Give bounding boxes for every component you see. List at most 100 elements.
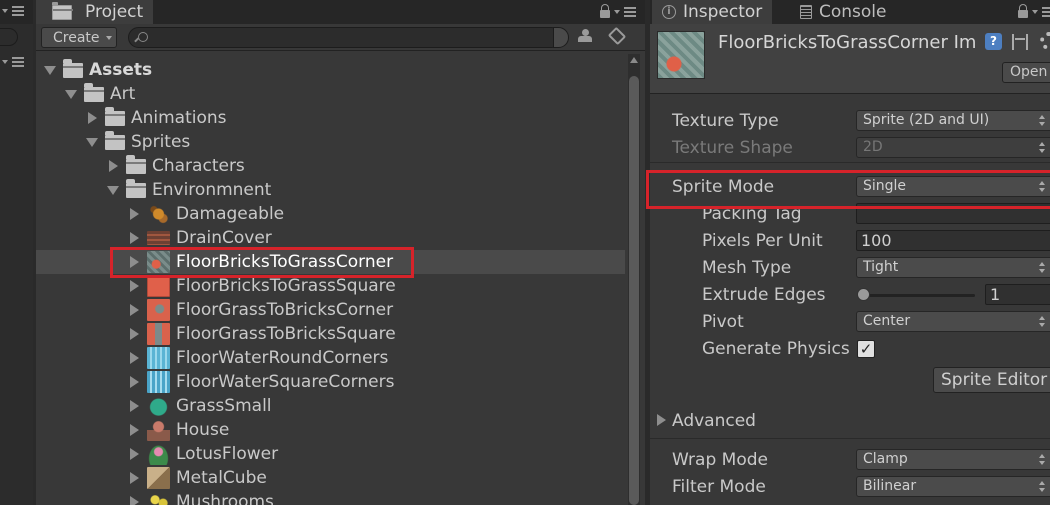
pivot-dropdown[interactable]: Center [856, 311, 1050, 332]
floor-grass-square-icon [147, 323, 170, 345]
wrap-mode-dropdown[interactable]: Clamp [856, 449, 1050, 470]
open-button[interactable]: Open [1002, 62, 1050, 83]
advanced-label: Advanced [672, 411, 756, 431]
help-icon[interactable]: ? [985, 33, 1002, 50]
tree-item-label: FloorWaterRoundCorners [176, 348, 389, 368]
filter-mode-value: Bilinear [863, 478, 917, 494]
tree-asset-row[interactable]: FloorWaterRoundCorners [36, 346, 625, 370]
tab-project[interactable]: Project [36, 0, 154, 24]
hierarchy-options[interactable] [2, 57, 24, 67]
collapsed-arrow-icon[interactable] [127, 423, 141, 437]
collapsed-arrow-icon[interactable] [127, 351, 141, 365]
collapsed-arrow-icon[interactable] [127, 495, 141, 505]
tree-asset-row[interactable]: MetalCube [36, 466, 625, 490]
tree-item-label: Damageable [176, 204, 285, 224]
extrude-edges-slider-knob[interactable] [857, 288, 870, 301]
project-tabbar: Project [36, 0, 645, 24]
pixels-per-unit-field[interactable]: 100 [856, 230, 1050, 251]
tree-folder-row[interactable]: Characters [36, 154, 625, 178]
advanced-foldout[interactable]: Advanced [650, 409, 1050, 433]
filter-mode-dropdown[interactable]: Bilinear [856, 476, 1050, 497]
section-divider [650, 162, 1050, 163]
collapsed-arrow-icon[interactable] [127, 327, 141, 341]
tree-asset-row[interactable]: House [36, 418, 625, 442]
scroll-thumb[interactable] [629, 76, 639, 505]
collapsed-arrow-icon[interactable] [127, 207, 141, 221]
collapsed-arrow-icon[interactable] [127, 303, 141, 317]
extrude-edges-field[interactable]: 1 [985, 284, 1050, 305]
collapsed-arrow-icon[interactable] [127, 447, 141, 461]
texture-shape-label: Texture Shape [672, 138, 793, 158]
menu-icon[interactable] [624, 7, 636, 17]
section-divider [650, 438, 1050, 439]
dropdown-arrows-icon [1039, 454, 1045, 465]
menu-icon[interactable] [1042, 7, 1050, 17]
hierarchy-menu[interactable] [2, 6, 24, 16]
collapsed-arrow-icon[interactable] [106, 159, 120, 173]
collapsed-arrow-icon[interactable] [127, 471, 141, 485]
expanded-arrow-icon[interactable] [64, 87, 78, 101]
collapsed-arrow-icon[interactable] [127, 279, 141, 293]
texture-type-dropdown[interactable]: Sprite (2D and UI) [856, 110, 1050, 131]
inspector-title: FloorBricksToGrassCorner Im [718, 32, 977, 53]
folder-icon [105, 130, 125, 150]
wrap-mode-row: Wrap Mode Clamp [650, 448, 1050, 472]
tree-item-label: FloorWaterSquareCorners [176, 372, 395, 392]
sprite-editor-button[interactable]: Sprite Editor [933, 367, 1050, 393]
search-input[interactable] [128, 27, 569, 48]
generate-physics-checkbox[interactable]: ✓ [857, 340, 875, 358]
filter-by-type-icon[interactable] [578, 29, 592, 43]
project-tab-controls[interactable] [600, 4, 636, 18]
tree-item-label: LotusFlower [176, 444, 279, 464]
collapsed-arrow-icon[interactable] [85, 111, 99, 125]
tree-asset-row[interactable]: Damageable [36, 202, 625, 226]
create-button[interactable]: Create [41, 27, 117, 48]
texture-type-label: Texture Type [672, 111, 779, 131]
project-scrollbar[interactable] [628, 54, 640, 505]
tree-item-label: Environmnent [152, 180, 272, 200]
mesh-type-dropdown[interactable]: Tight [856, 257, 1050, 278]
tree-asset-row[interactable]: LotusFlower [36, 442, 625, 466]
expanded-arrow-icon[interactable] [106, 183, 120, 197]
gear-icon[interactable] [1040, 32, 1050, 50]
house-icon [147, 419, 170, 441]
collapsed-arrow-icon[interactable] [127, 231, 141, 245]
lock-icon[interactable] [1018, 4, 1028, 18]
dropdown-arrows-icon [1039, 316, 1045, 327]
tree-asset-row[interactable]: FloorGrassToBricksCorner [36, 298, 625, 322]
hierarchy-tabbar [0, 0, 33, 24]
tree-folder-row[interactable]: Art [36, 82, 625, 106]
tree-folder-row[interactable]: Animations [36, 106, 625, 130]
mesh-type-row: Mesh Type Tight [650, 256, 1050, 280]
collapsed-arrow-icon[interactable] [127, 399, 141, 413]
pivot-label: Pivot [702, 312, 744, 332]
tree-asset-row[interactable]: Mushrooms [36, 490, 625, 505]
tab-console[interactable]: Console [790, 0, 897, 24]
filter-by-label-icon[interactable] [607, 26, 627, 46]
search-cancel-button[interactable] [553, 27, 569, 48]
tree-folder-row[interactable]: Environmnent [36, 178, 625, 202]
lock-icon[interactable] [600, 4, 610, 18]
expanded-arrow-icon[interactable] [43, 63, 57, 77]
tree-item-label: Characters [152, 156, 245, 176]
scroll-up-icon[interactable] [630, 57, 638, 63]
presets-icon[interactable] [1012, 34, 1028, 50]
tree-asset-row[interactable]: GrassSmall [36, 394, 625, 418]
tree-item-label: FloorGrassToBricksCorner [176, 300, 394, 320]
lotus-flower-icon [147, 443, 170, 465]
dropdown-triangle-icon [2, 60, 8, 64]
inspector-tab-controls[interactable] [1018, 4, 1050, 18]
hierarchy-search-end[interactable] [0, 28, 18, 46]
inspector-panel: i Inspector Console FloorBricksToGrassCo… [650, 0, 1050, 505]
tree-asset-row[interactable]: FloorWaterSquareCorners [36, 370, 625, 394]
tree-asset-row[interactable]: FloorGrassToBricksSquare [36, 322, 625, 346]
chevron-right-icon [657, 414, 666, 426]
expanded-arrow-icon[interactable] [85, 135, 99, 149]
water-square-icon [147, 371, 170, 393]
tab-inspector[interactable]: i Inspector [652, 0, 773, 24]
tree-folder-row[interactable]: Sprites [36, 130, 625, 154]
texture-preview-thumbnail [657, 31, 705, 79]
extrude-edges-slider-track[interactable] [863, 294, 975, 297]
tree-folder-row[interactable]: Assets [36, 58, 625, 82]
collapsed-arrow-icon[interactable] [127, 375, 141, 389]
